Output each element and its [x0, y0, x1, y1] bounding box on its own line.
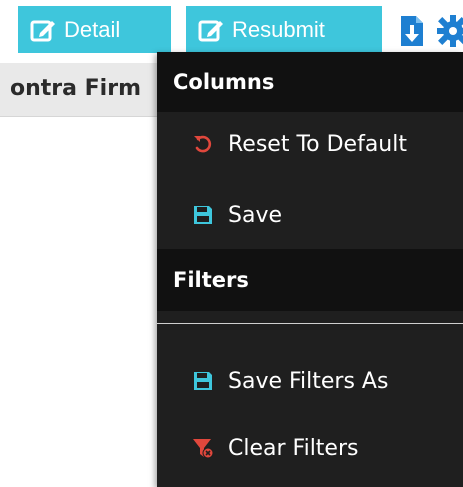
save-filters-as-item[interactable]: Save Filters As [157, 352, 463, 410]
filters-heading: Filters [157, 249, 463, 311]
columns-heading: Columns [157, 52, 463, 112]
clear-filters-label: Clear Filters [228, 435, 359, 461]
save-columns-item[interactable]: Save [157, 186, 463, 244]
detail-button-label: Detail [64, 16, 121, 42]
column-header-contra-firm[interactable]: ontra Firm [10, 76, 141, 101]
save-columns-label: Save [228, 202, 283, 228]
detail-button[interactable]: Detail [18, 6, 171, 53]
resubmit-button[interactable]: Resubmit [186, 6, 382, 53]
gear-icon[interactable] [436, 14, 463, 48]
save-filters-as-label: Save Filters As [228, 368, 389, 394]
reset-to-default-label: Reset To Default [228, 131, 407, 157]
resubmit-button-label: Resubmit [232, 16, 325, 42]
screen: Detail Resubmit ontra Firm Columns Reset… [0, 0, 463, 487]
edit-icon [198, 20, 223, 41]
floppy-disk-icon [194, 206, 212, 224]
edit-icon [30, 20, 55, 41]
settings-menu: Columns Reset To Default Save Filters Sa… [157, 52, 463, 487]
clear-filters-item[interactable]: Clear Filters [157, 419, 463, 477]
floppy-disk-icon [194, 372, 212, 390]
menu-divider [157, 323, 463, 324]
undo-icon [194, 135, 212, 153]
filter-remove-icon [193, 439, 214, 459]
reset-to-default-item[interactable]: Reset To Default [157, 115, 463, 173]
file-download-icon[interactable] [399, 14, 425, 48]
